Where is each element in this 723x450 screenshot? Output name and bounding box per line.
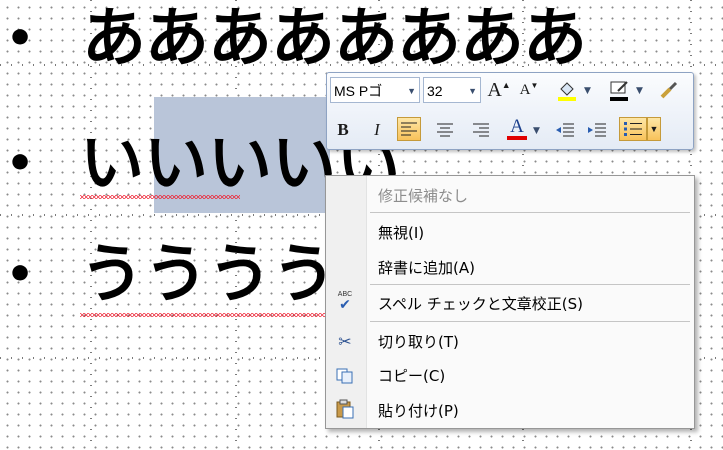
font-color-button[interactable]: A (505, 117, 529, 141)
menu-item-add-to-dictionary[interactable]: 辞書に追加(A) (378, 257, 475, 278)
menu-separator (370, 321, 690, 322)
menu-separator (370, 284, 690, 285)
paint-bucket-icon (558, 82, 576, 101)
bullets-button[interactable] (619, 117, 647, 141)
format-painter-button[interactable] (657, 78, 681, 102)
bullet-marker: • (6, 13, 35, 64)
bullets-dropdown[interactable]: ▼ (647, 117, 661, 141)
align-left-icon (401, 122, 417, 136)
font-name-combo[interactable]: MS Pゴ ▼ (330, 77, 420, 103)
scissors-icon: ✂ (338, 331, 352, 351)
menu-item-ignore[interactable]: 無視(I) (378, 222, 424, 243)
spell-error-underline (80, 313, 330, 317)
bullet-marker: • (6, 249, 35, 300)
align-right-icon (473, 123, 489, 137)
fill-color-button[interactable] (555, 78, 579, 102)
chevron-down-icon: ▼ (407, 86, 416, 96)
chevron-down-icon: ▼ (468, 86, 477, 96)
font-size-value: 32 (427, 83, 443, 99)
increase-indent-icon (588, 123, 606, 137)
font-size-combo[interactable]: 32 ▼ (423, 77, 481, 103)
chevron-down-icon: ▼ (649, 124, 659, 134)
menu-item-no-suggestions: 修正候補なし (378, 187, 469, 205)
context-menu: 修正候補なし 無視(I) 辞書に追加(A) ABC ✔ スペル チェックと文章校… (325, 175, 695, 429)
align-right-button[interactable] (469, 118, 493, 142)
bullet-list-icon (624, 122, 642, 136)
spell-check-icon: ABC ✔ (337, 291, 353, 313)
shrink-font-button[interactable]: A ▼ (517, 78, 541, 102)
pen-icon (610, 81, 628, 101)
grow-font-button[interactable]: A ▲ (487, 78, 511, 102)
menu-separator (370, 212, 690, 213)
line-color-button[interactable] (607, 78, 631, 102)
font-color-bar (507, 136, 527, 140)
chevron-down-icon[interactable]: ▼ (533, 126, 540, 136)
menu-item-spelling[interactable]: スペル チェックと文章校正(S) (378, 293, 583, 314)
decrease-indent-button[interactable] (553, 118, 577, 142)
mini-toolbar: MS Pゴ ▼ 32 ▼ A ▲ A ▼ ▼ ▼ B I A ▼ ▼ (326, 72, 694, 150)
chevron-down-icon[interactable]: ▼ (584, 86, 591, 96)
align-center-icon (437, 123, 453, 137)
align-left-button[interactable] (397, 117, 421, 141)
decrease-indent-icon (556, 123, 574, 137)
line-text: ああああああああ (82, 2, 587, 76)
bold-button[interactable]: B (331, 118, 355, 142)
chevron-down-icon[interactable]: ▼ (636, 86, 643, 96)
copy-icon (334, 365, 356, 387)
paste-icon (334, 398, 356, 420)
italic-button[interactable]: I (365, 118, 389, 142)
menu-item-cut[interactable]: 切り取り(T) (378, 331, 459, 352)
down-arrow-icon: ▼ (530, 80, 539, 90)
up-arrow-icon: ▲ (501, 80, 511, 90)
spell-error-underline (80, 195, 240, 199)
brush-icon (660, 81, 678, 99)
menu-item-paste[interactable]: 貼り付け(P) (378, 400, 459, 421)
increase-indent-button[interactable] (585, 118, 609, 142)
bullet-marker: • (6, 138, 35, 189)
menu-item-copy[interactable]: コピー(C) (378, 365, 445, 386)
font-name-value: MS Pゴ (334, 83, 383, 99)
align-center-button[interactable] (433, 118, 457, 142)
